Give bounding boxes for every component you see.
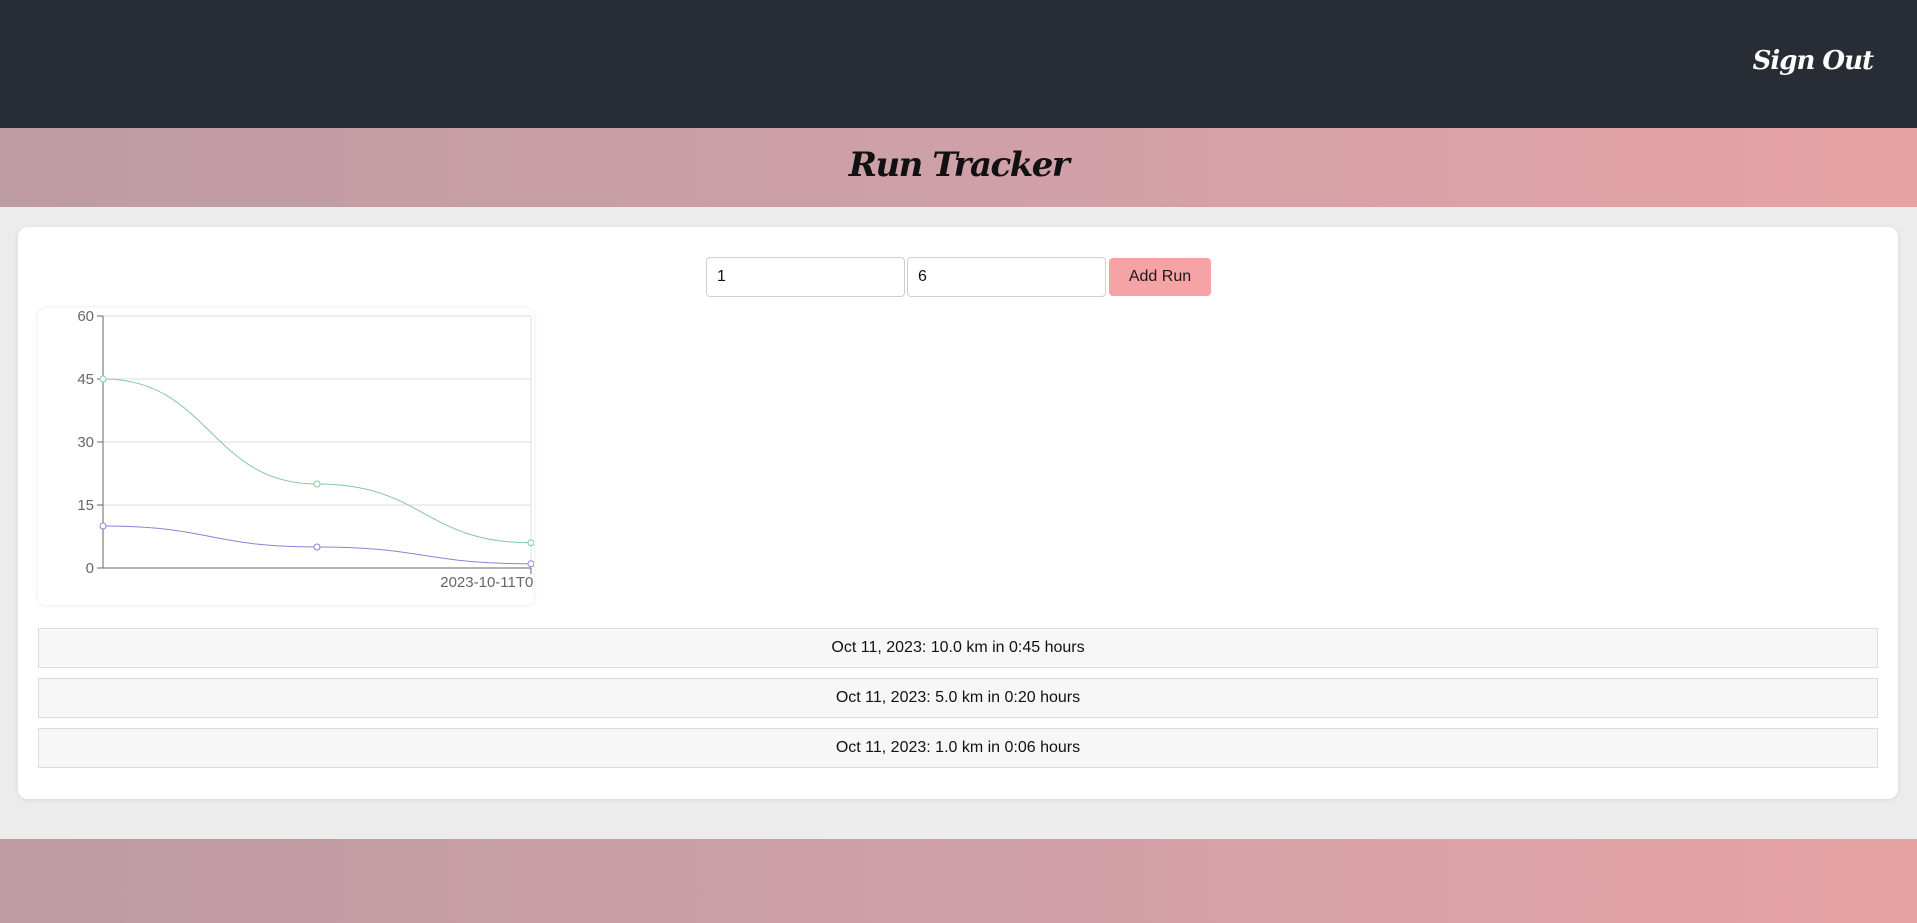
sign-out-link[interactable]: Sign Out (1753, 46, 1874, 76)
title-banner: Run Tracker (0, 128, 1917, 207)
x-tick-label: 2023-10-11T06:00:00.000Z (440, 574, 534, 591)
data-point (313, 480, 321, 488)
run-chart: 0 15 30 45 60 2023-10-11T06:00:00.000Z (38, 308, 534, 605)
footer (0, 839, 1917, 923)
data-point (99, 522, 107, 530)
y-tick-label: 0 (86, 560, 94, 577)
add-run-button[interactable]: Add Run (1109, 258, 1211, 296)
data-point (527, 539, 534, 547)
data-point (313, 543, 321, 551)
run-list: Oct 11, 2023: 10.0 km in 0:45 hours Oct … (38, 628, 1878, 778)
chart-svg: 0 15 30 45 60 2023-10-11T06:00:00.000Z (77, 308, 534, 591)
page-title: Run Tracker (848, 145, 1070, 185)
time-input[interactable] (907, 257, 1106, 297)
y-tick-label: 45 (77, 371, 94, 388)
y-tick-label: 60 (77, 308, 94, 325)
top-navbar: Sign Out (0, 0, 1917, 128)
main-card: Add Run 0 15 30 45 60 2023-10-11T06:00:00.000… (18, 227, 1898, 799)
distance-input[interactable] (706, 257, 905, 297)
data-point (527, 560, 534, 568)
y-tick-label: 15 (77, 497, 94, 514)
data-point (99, 375, 107, 383)
series-line-0 (102, 378, 532, 544)
run-list-item: Oct 11, 2023: 1.0 km in 0:06 hours (38, 728, 1878, 768)
run-list-item: Oct 11, 2023: 10.0 km in 0:45 hours (38, 628, 1878, 668)
add-run-form: Add Run (706, 257, 1211, 297)
y-tick-label: 30 (77, 434, 94, 451)
run-list-item: Oct 11, 2023: 5.0 km in 0:20 hours (38, 678, 1878, 718)
